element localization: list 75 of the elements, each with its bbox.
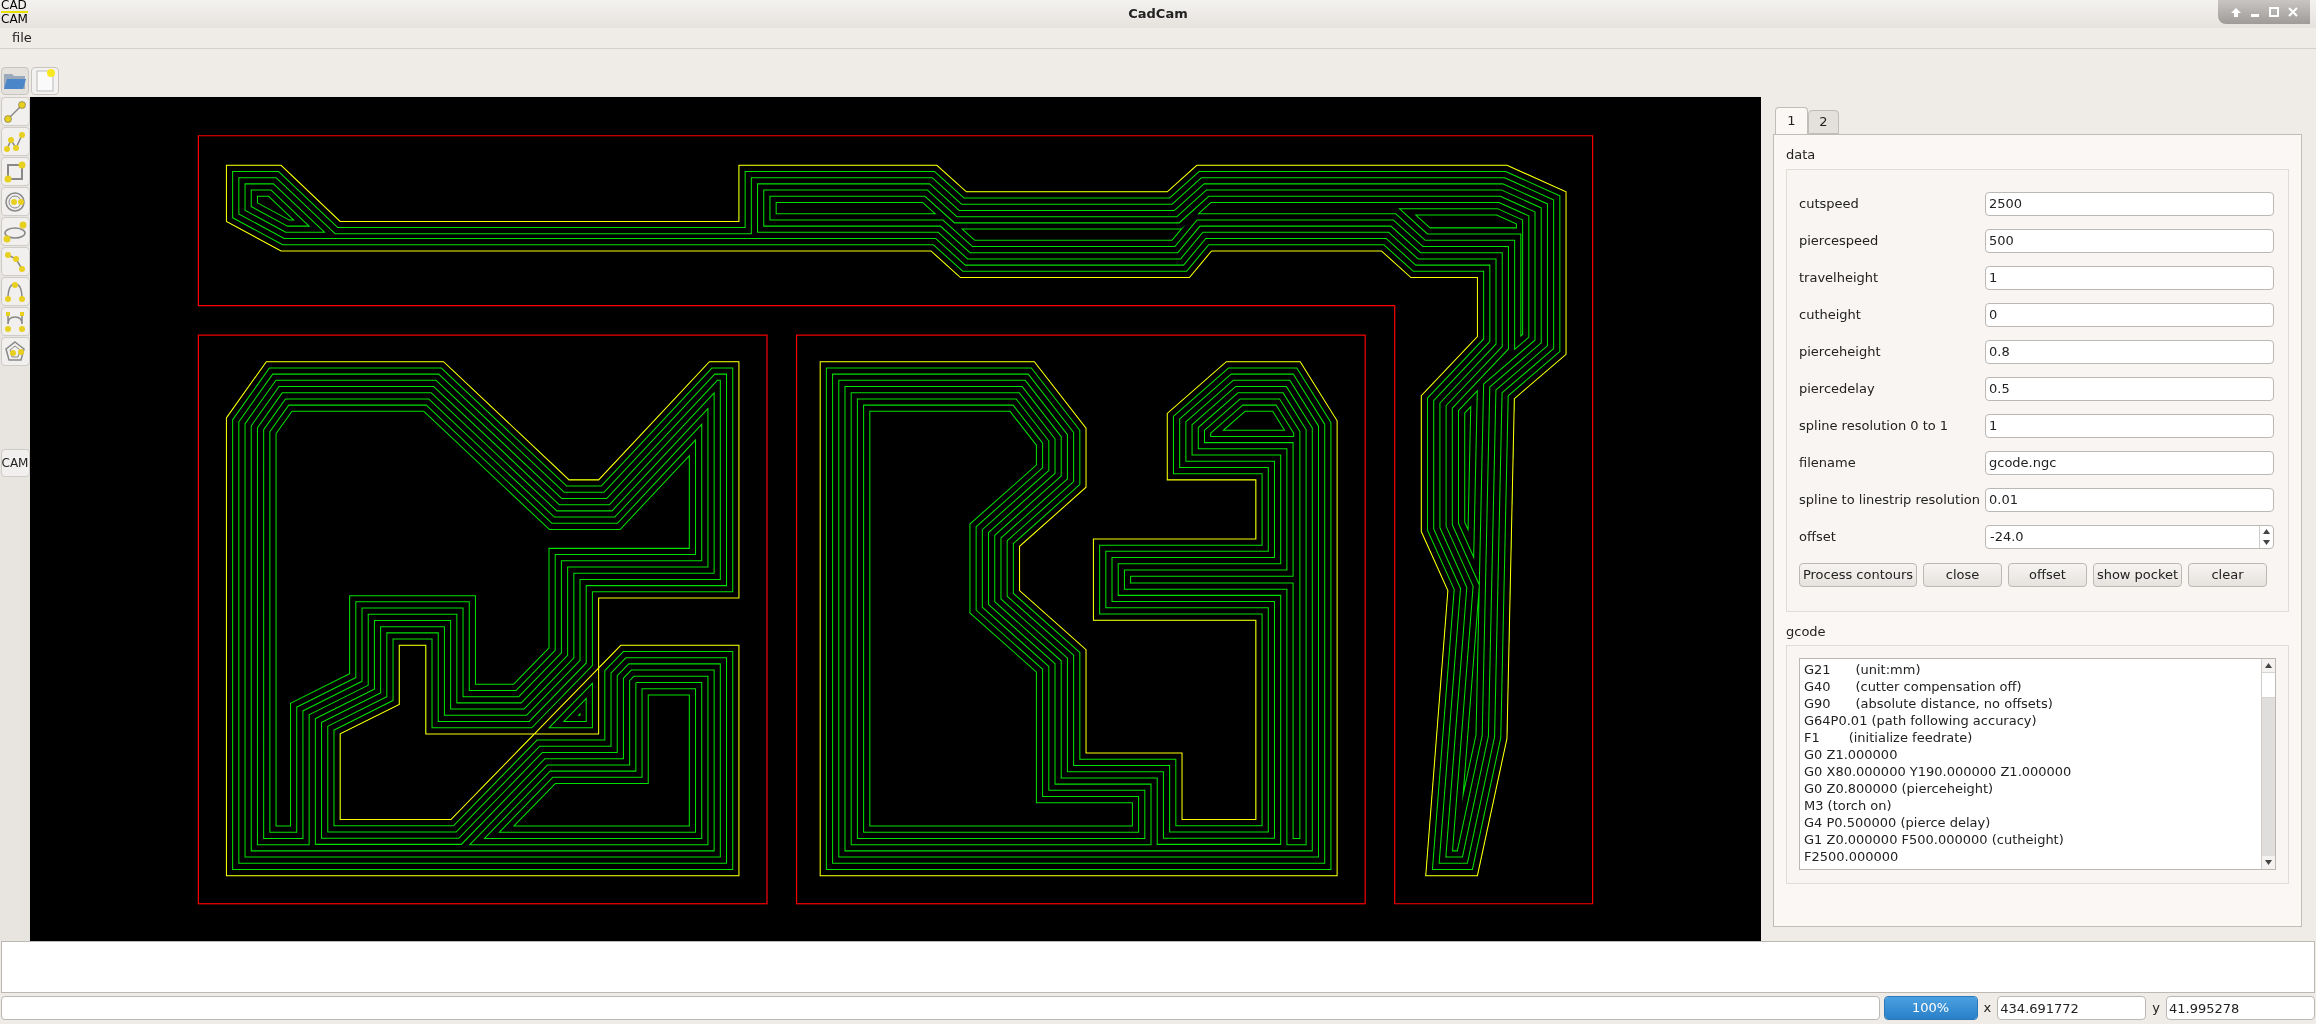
tab[interactable]: 1 <box>1775 107 1808 134</box>
field-label: piercespeed <box>1799 231 1880 250</box>
gcode-line: G21 (unit:mm) <box>1804 661 1921 678</box>
gcode-line: G0 X80.000000 Y190.000000 Z1.000000 <box>1804 763 2072 780</box>
new-button[interactable] <box>31 67 59 95</box>
action-button[interactable]: Process contours <box>1799 562 1917 587</box>
maximize-button[interactable] <box>2266 5 2281 19</box>
input-field[interactable]: 0 <box>1985 302 2274 327</box>
pentagon-tool-button[interactable] <box>0 337 30 366</box>
circle-tool-button[interactable] <box>0 187 30 216</box>
gcode-line: G40 (cutter compensation off) <box>1804 678 2022 695</box>
action-button[interactable]: show pocket <box>2093 562 2182 587</box>
close-button[interactable] <box>2285 5 2300 19</box>
polyline-tool-button[interactable] <box>0 247 30 276</box>
rectangle-tool-button[interactable] <box>0 157 30 186</box>
group-title: data <box>1786 146 1816 164</box>
y-coordinate-field[interactable]: 41.995278 <box>2166 996 2315 1020</box>
up-arrow-icon <box>2229 6 2242 18</box>
close-icon <box>2286 6 2299 18</box>
command-input[interactable] <box>1 996 1880 1020</box>
gcode-line: G90 (absolute distance, no offsets) <box>1804 695 2053 712</box>
input-field[interactable]: 500 <box>1985 228 2274 253</box>
action-button[interactable]: close <box>1923 562 2002 587</box>
scrollbar[interactable] <box>2261 659 2275 869</box>
app-logo: CAD CAM <box>1 0 28 25</box>
cam-button[interactable]: CAM <box>0 449 30 477</box>
minimize-icon <box>2250 13 2259 17</box>
progress-text: 100% <box>1911 999 1951 1018</box>
field-label: piercedelay <box>1799 379 1876 398</box>
group-title: gcode <box>1786 622 1826 641</box>
gcode-line: G0 Z0.800000 (pierceheight) <box>1804 780 1994 797</box>
polyline-tool-button[interactable] <box>0 127 30 156</box>
field-label: cutheight <box>1799 305 1862 324</box>
field-label: offset <box>1799 527 1837 546</box>
new-document-icon <box>34 69 56 93</box>
field-label: filename <box>1799 453 1857 472</box>
gcode-line: M3 (torch on) <box>1804 797 1892 814</box>
scrollbar-thumb[interactable] <box>2262 672 2275 698</box>
gcode-line: G64P0.01 (path following accuracy) <box>1804 712 2037 729</box>
gcode-line: F1 (initialize feedrate) <box>1804 729 1973 746</box>
line-tool-button[interactable] <box>0 97 30 126</box>
gcode-line: F2500.000000 <box>1804 848 1899 865</box>
folder-icon <box>3 71 27 91</box>
curve-tool-button[interactable] <box>0 307 30 336</box>
gcode-line: G1 Z0.000000 F500.000000 (cutheight) <box>1804 831 2064 848</box>
open-button[interactable] <box>1 67 29 95</box>
output-text-area[interactable] <box>1 941 2315 993</box>
input-field[interactable]: gcode.ngc <box>1985 450 2274 475</box>
input-field[interactable]: 2500 <box>1985 191 2274 216</box>
gcode-line: G0 Z1.000000 <box>1804 746 1898 763</box>
arc-tool-button[interactable] <box>0 277 30 306</box>
window-title: CadCam <box>1128 5 1188 24</box>
field-label: travelheight <box>1799 268 1880 287</box>
maximize-icon <box>2267 6 2280 18</box>
spin-box[interactable]: -24.0 <box>1985 524 2274 549</box>
input-field[interactable]: 1 <box>1985 413 2274 438</box>
ellipse-tool-button[interactable] <box>0 217 30 246</box>
input-field[interactable]: 0.5 <box>1985 376 2274 401</box>
field-label: spline resolution 0 to 1 <box>1799 416 1950 435</box>
menu-item[interactable]: file <box>8 28 36 48</box>
gcode-list[interactable] <box>1799 658 2276 870</box>
input-field[interactable]: 0.01 <box>1985 487 2274 512</box>
field-label: cutspeed <box>1799 194 1860 213</box>
line-icon <box>2 98 28 125</box>
field-label: pierceheight <box>1799 342 1882 361</box>
input-field[interactable]: 0.8 <box>1985 339 2274 364</box>
y-label: y <box>2151 999 2161 1018</box>
tab[interactable]: 2 <box>1808 110 1839 134</box>
field-label: spline to linestrip resolution <box>1799 490 1981 509</box>
action-button[interactable]: clear <box>2188 562 2267 587</box>
gcode-line: G4 P0.500000 (pierce delay) <box>1804 814 1991 831</box>
x-label: x <box>1982 999 1993 1018</box>
action-button[interactable]: offset <box>2008 562 2087 587</box>
input-field[interactable]: 1 <box>1985 265 2274 290</box>
x-coordinate-field[interactable]: 434.691772 <box>1997 996 2147 1020</box>
